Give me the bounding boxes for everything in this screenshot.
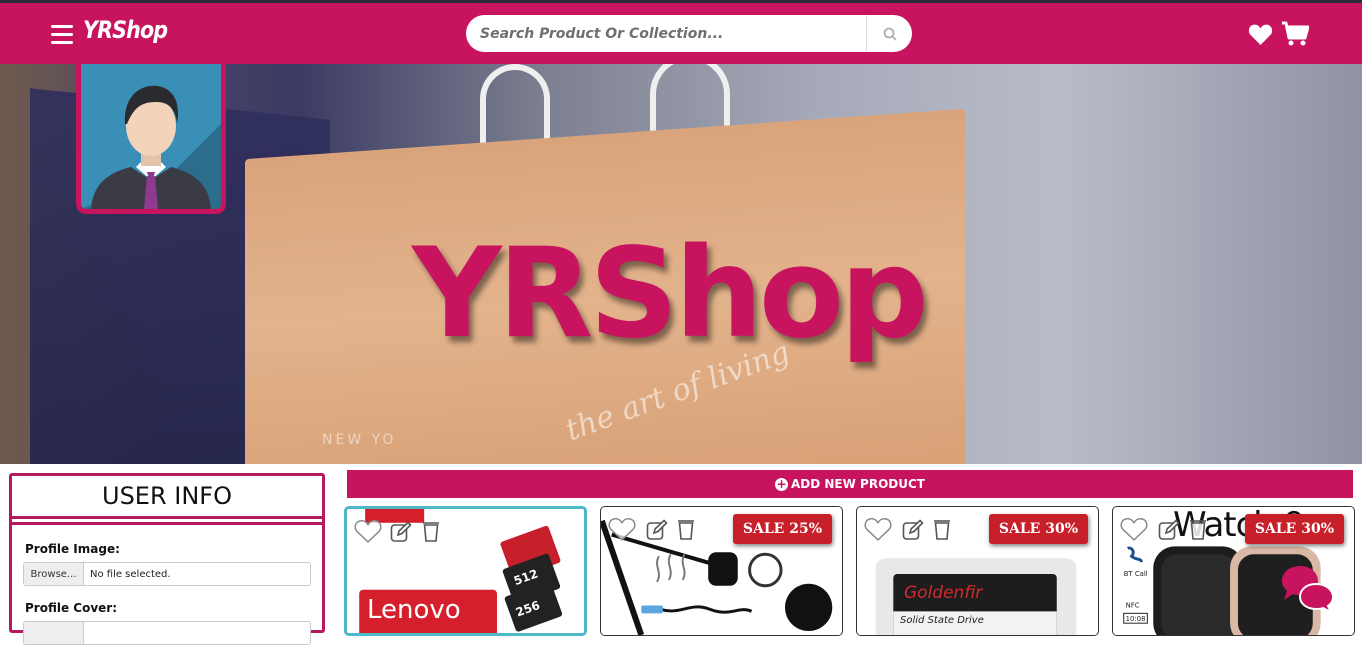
- browse-button[interactable]: Browse...: [24, 563, 84, 585]
- profile-cover-label: Profile Cover:: [25, 601, 118, 615]
- product-brand: Lenovo: [367, 595, 461, 625]
- product-card[interactable]: 512 256 Lenovo: [344, 506, 587, 636]
- search-box: [466, 15, 912, 52]
- profile-cover-input[interactable]: [23, 621, 311, 645]
- product-card[interactable]: Goldenfir Solid State Drive SALE 30%: [856, 506, 1099, 636]
- menu-icon[interactable]: [51, 25, 73, 45]
- edit-icon[interactable]: [646, 519, 668, 546]
- product-card[interactable]: SALE 25%: [600, 506, 843, 636]
- edit-icon[interactable]: [390, 521, 412, 548]
- favorite-heart-icon[interactable]: [608, 517, 636, 546]
- product-brand: Goldenfir: [904, 583, 983, 603]
- user-info-form: Profile Image: Browse... No file selecte…: [12, 522, 322, 645]
- wishlist-heart-icon[interactable]: [1248, 23, 1273, 50]
- navbar: YRShop: [0, 3, 1362, 64]
- sale-badge: SALE 30%: [988, 514, 1088, 544]
- profile-image-input[interactable]: Browse... No file selected.: [23, 562, 311, 586]
- search-icon: [883, 27, 897, 41]
- svg-text:10:08: 10:08: [1126, 615, 1146, 623]
- sale-badge: SALE 30%: [1244, 514, 1344, 544]
- edit-icon[interactable]: [1158, 519, 1180, 546]
- hero-title: YRShop: [412, 222, 929, 366]
- profile-image-label: Profile Image:: [25, 542, 120, 556]
- user-info-panel: USER INFO Profile Image: Browse... No fi…: [9, 473, 325, 645]
- delete-trash-icon[interactable]: [931, 517, 953, 546]
- delete-trash-icon[interactable]: [1187, 517, 1209, 546]
- cart-icon[interactable]: [1281, 21, 1310, 52]
- sale-badge: SALE 25%: [732, 514, 832, 544]
- favorite-heart-icon[interactable]: [1120, 517, 1148, 546]
- add-new-product-button[interactable]: + ADD NEW PRODUCT: [347, 470, 1353, 498]
- svg-text:NFC: NFC: [1126, 601, 1140, 609]
- delete-trash-icon[interactable]: [420, 519, 442, 548]
- svg-text:BT Call: BT Call: [1124, 570, 1148, 578]
- file-status: No file selected.: [90, 568, 171, 580]
- favorite-heart-icon[interactable]: [864, 517, 892, 546]
- plus-circle-icon: +: [775, 476, 788, 491]
- product-subtitle: Solid State Drive: [900, 615, 984, 626]
- profile-avatar[interactable]: [76, 64, 226, 214]
- favorite-heart-icon[interactable]: [354, 519, 382, 548]
- brand-logo[interactable]: YRShop: [83, 16, 168, 44]
- user-info-title: USER INFO: [12, 476, 322, 519]
- search-button[interactable]: [866, 15, 912, 52]
- chat-bubble-icon[interactable]: [1280, 564, 1336, 617]
- delete-trash-icon[interactable]: [675, 517, 697, 546]
- search-input[interactable]: [466, 15, 866, 52]
- bag-print-secondary: NEW YO: [322, 432, 397, 448]
- add-new-product-label: ADD NEW PRODUCT: [791, 477, 925, 491]
- browse-button[interactable]: [24, 622, 84, 644]
- edit-icon[interactable]: [902, 519, 924, 546]
